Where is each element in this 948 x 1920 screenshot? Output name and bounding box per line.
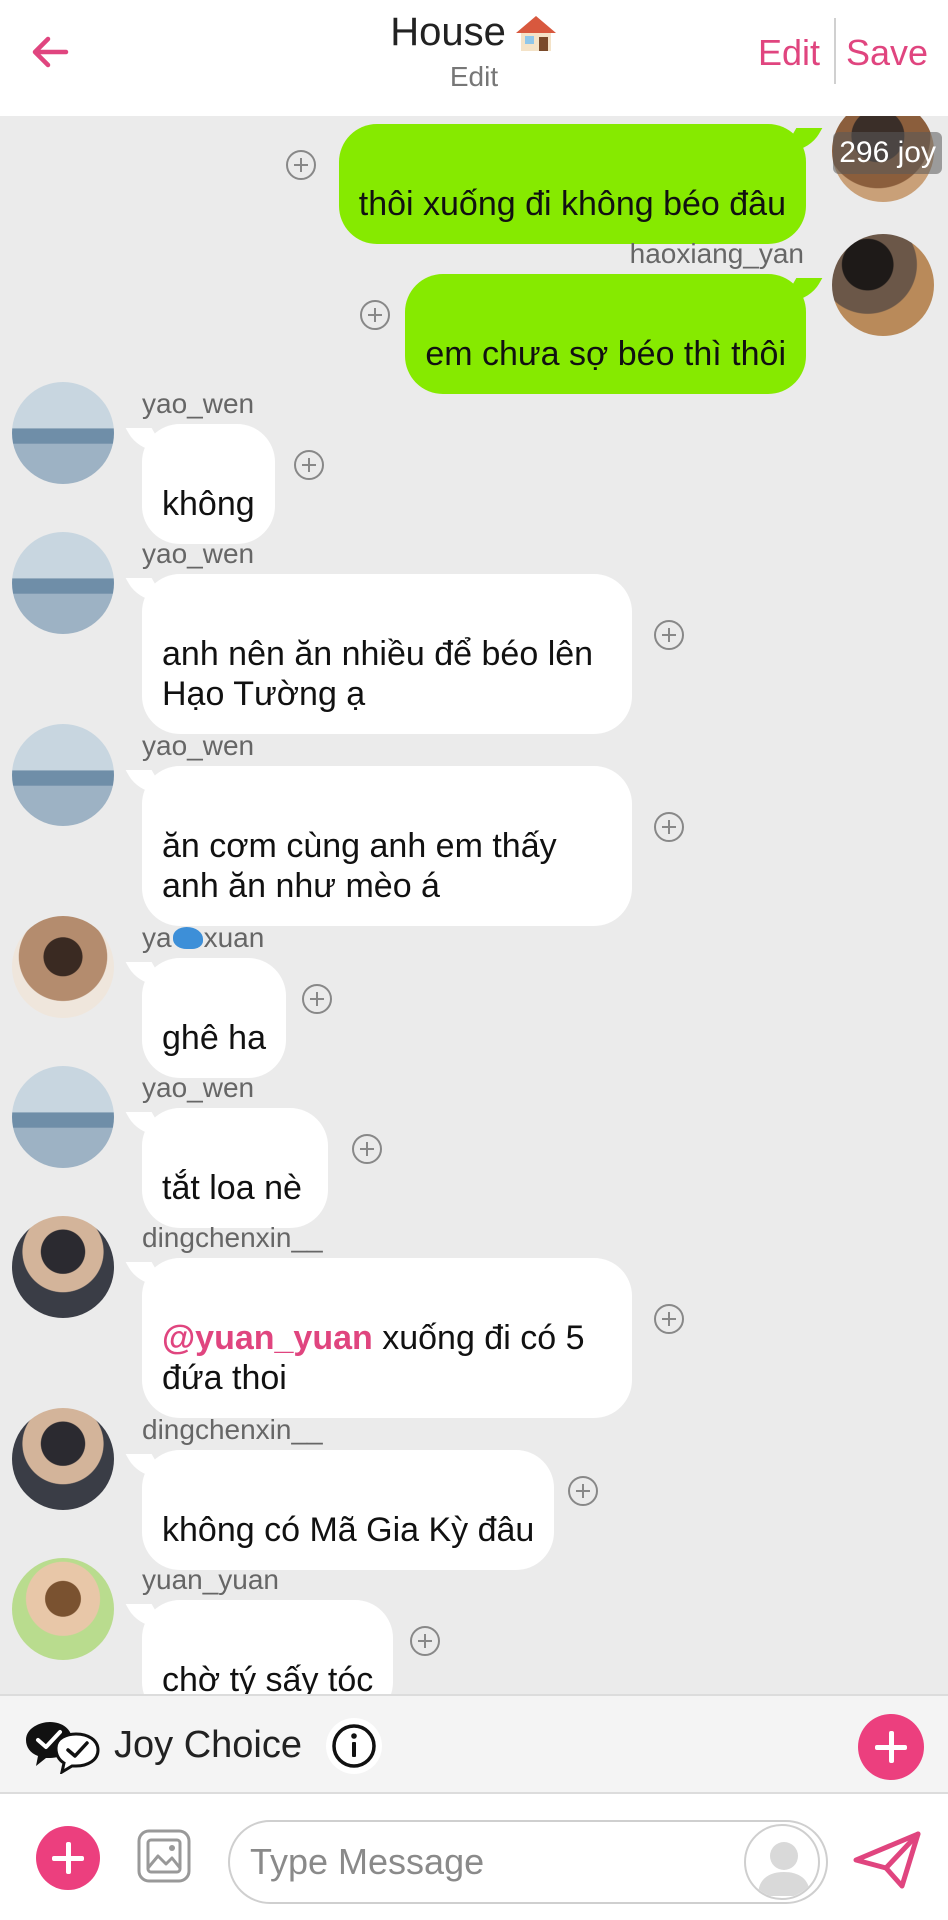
add-reaction-icon[interactable] — [294, 450, 324, 480]
message-bubble[interactable]: không — [142, 424, 275, 544]
message-username: haoxiang_yan — [629, 238, 804, 269]
message-username: yao_wen — [142, 730, 255, 761]
message-bubble[interactable]: em chưa sợ béo thì thôi — [405, 274, 806, 394]
anonymous-avatar-icon[interactable] — [744, 1824, 820, 1900]
message-text: ghê ha — [162, 1019, 266, 1057]
message-bubble[interactable]: tắt loa nè — [142, 1108, 328, 1228]
avatar[interactable] — [12, 382, 114, 484]
joy-choice-label[interactable]: Joy Choice — [114, 1724, 302, 1767]
message-bubble[interactable]: thôi xuống đi không béo đâu — [338, 124, 806, 244]
group-title: House — [390, 10, 506, 54]
avatar[interactable] — [12, 724, 114, 826]
avatar[interactable] — [12, 1558, 114, 1660]
avatar[interactable] — [832, 234, 934, 336]
send-icon[interactable] — [852, 1830, 922, 1890]
joy-add-button[interactable] — [858, 1714, 924, 1780]
app-header: House Edit Edit Save — [0, 0, 948, 116]
message-bubble[interactable]: ăn cơm cùng anh em thấy anh ăn như mèo á — [142, 766, 632, 926]
add-reaction-icon[interactable] — [360, 300, 390, 330]
message-username: dingchenxin__ — [142, 1222, 323, 1253]
message-username: yuan_yuan — [142, 1564, 280, 1595]
add-reaction-icon[interactable] — [654, 812, 684, 842]
image-icon[interactable] — [136, 1828, 192, 1884]
message-text: thôi xuống đi không béo đâu — [358, 185, 786, 223]
info-icon[interactable] — [326, 1718, 382, 1774]
add-reaction-icon[interactable] — [654, 1304, 684, 1334]
message-username: yao_wen — [142, 388, 255, 419]
message-username: ya xuan — [142, 922, 265, 953]
add-reaction-icon[interactable] — [654, 620, 684, 650]
message-text: anh nên ăn nhiều để béo lên Hạo Tường ạ — [162, 635, 594, 713]
message-bubble[interactable]: @yuan_yuan xuống đi có 5 đứa thoi — [142, 1258, 632, 1418]
mention-link[interactable]: @yuan_yuan — [162, 1319, 373, 1357]
message-text: ăn cơm cùng anh em thấy anh ăn như mèo á — [162, 827, 557, 905]
message-text: em chưa sợ béo thì thôi — [425, 335, 786, 373]
message-bubble[interactable]: ghê ha — [142, 958, 286, 1078]
add-reaction-icon[interactable] — [568, 1476, 598, 1506]
message-username: yao_wen — [142, 1072, 255, 1103]
message-field — [228, 1820, 828, 1904]
joy-choice-icon[interactable] — [22, 1718, 102, 1774]
avatar[interactable] — [12, 1216, 114, 1318]
message-text: chờ tý sấy tóc — [162, 1661, 374, 1694]
add-attachment-button[interactable] — [36, 1826, 100, 1890]
avatar[interactable] — [12, 1408, 114, 1510]
message-username: yao_wen — [142, 538, 255, 569]
message-bubble[interactable]: chờ tý sấy tóc — [142, 1600, 394, 1694]
header-divider — [834, 18, 836, 84]
whale-emoji-icon — [172, 927, 203, 949]
avatar[interactable] — [12, 916, 114, 1018]
edit-button[interactable]: Edit — [758, 32, 820, 74]
message-username: dingchenxin__ — [142, 1414, 323, 1445]
add-reaction-icon[interactable] — [352, 1134, 382, 1164]
message-input-bar — [0, 1794, 948, 1920]
add-reaction-icon[interactable] — [302, 984, 332, 1014]
message-bubble[interactable]: anh nên ăn nhiều để béo lên Hạo Tường ạ — [142, 574, 632, 734]
avatar[interactable] — [12, 532, 114, 634]
house-emoji-icon — [514, 13, 558, 53]
joy-choice-bar: Joy Choice — [0, 1694, 948, 1794]
save-button[interactable]: Save — [846, 32, 928, 74]
message-text: không — [162, 485, 255, 523]
joy-points-badge: 296 joy — [833, 132, 942, 174]
message-text: tắt loa nè — [162, 1169, 302, 1207]
add-reaction-icon[interactable] — [286, 150, 316, 180]
message-list[interactable]: thôi xuống đi không béo đâu 296 joy haox… — [0, 116, 948, 1694]
message-input[interactable] — [250, 1832, 730, 1892]
avatar[interactable] — [12, 1066, 114, 1168]
add-reaction-icon[interactable] — [410, 1626, 440, 1656]
message-text: không có Mã Gia Kỳ đâu — [162, 1511, 535, 1549]
message-bubble[interactable]: không có Mã Gia Kỳ đâu — [142, 1450, 555, 1570]
